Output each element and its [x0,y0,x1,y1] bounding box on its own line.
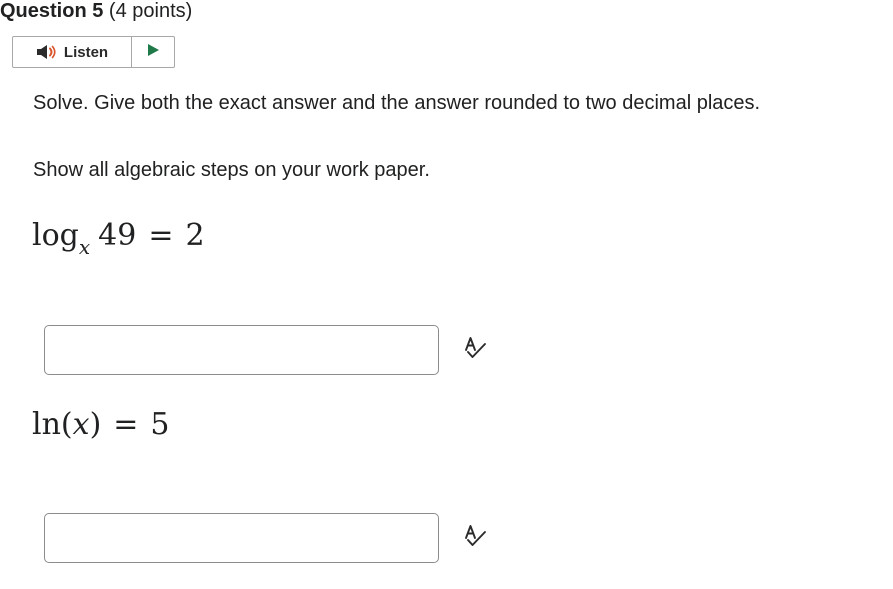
equation-equals: = [113,407,139,442]
spellcheck-button-2[interactable] [462,524,488,553]
play-button[interactable] [132,37,174,67]
listen-label: Listen [63,43,109,61]
equation-argument: 49 [98,218,137,253]
equation-rhs: 5 [150,407,170,442]
answer-input-2[interactable] [44,513,439,563]
equation-ln: ln(x) = 5 [32,407,170,443]
listen-button[interactable]: Listen [13,37,132,67]
question-title: Question 5 [0,0,104,22]
equation-function: ln [32,407,61,442]
equation-base: x [78,235,91,259]
equation-function: log [32,218,79,253]
equation-equals: = [148,218,174,253]
play-icon [146,43,160,62]
listen-widget[interactable]: Listen [12,36,175,68]
spellcheck-button-1[interactable] [462,336,488,365]
instructions-text: Solve. Give both the exact answer and th… [33,92,761,114]
equation-rhs: 2 [185,218,205,253]
speaker-icon [36,44,58,60]
equation-close-paren: ) [89,407,102,442]
answer-input-1[interactable] [44,325,439,375]
question-header: Question 5 (4 points) [0,0,192,24]
question-points: (4 points) [108,0,193,22]
spellcheck-icon [462,336,488,365]
equation-log: logx 49 = 2 [32,218,205,259]
steps-note: Show all algebraic steps on your work pa… [33,159,430,181]
equation-open-paren: ( [60,407,73,442]
equation-variable: x [72,407,90,442]
spellcheck-icon [462,524,488,553]
